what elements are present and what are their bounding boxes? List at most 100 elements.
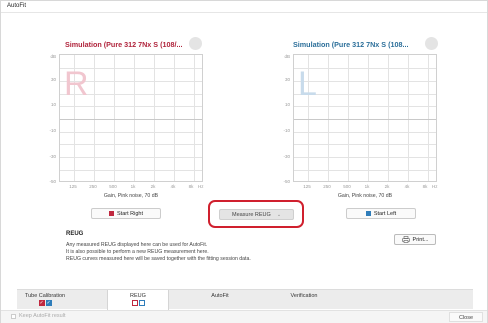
x-tick: 8k	[188, 184, 194, 189]
start-right-button[interactable]: Start Right	[91, 208, 161, 219]
tab-label: Verification	[290, 293, 318, 299]
tab-reug[interactable]: REUG	[107, 290, 169, 310]
right-check-icon: ✓	[38, 300, 45, 306]
left-ear-panel: Simulation (Pure 312 7Nx S (108... L dB …	[267, 31, 438, 211]
grid-line	[154, 55, 155, 181]
grid-line	[348, 55, 349, 181]
grid-line	[428, 55, 429, 181]
grid-line	[134, 55, 135, 181]
right-gain-label: Gain, Pink noise, 70 dB	[103, 193, 159, 199]
y-tick: -30	[49, 154, 56, 159]
left-graph: L	[293, 54, 437, 182]
y-tick: 30	[50, 77, 56, 82]
x-tick: 500	[109, 184, 117, 189]
left-check-icon: ✓	[45, 300, 52, 306]
x-tick: 125	[303, 184, 311, 189]
right-graph: R	[59, 54, 203, 182]
checkbox-icon	[11, 313, 16, 319]
left-panel-menu-icon[interactable]	[425, 37, 438, 50]
workflow-tabs: Tube Calibration ✓ ✓ REUG AutoFit Verifi…	[17, 289, 473, 310]
keep-autofit-label: Keep AutoFit result	[19, 313, 66, 319]
grid-line	[60, 106, 202, 107]
grid-line	[408, 55, 409, 181]
tab-label: REUG	[130, 293, 146, 299]
grid-line	[114, 55, 115, 181]
right-panel-title: Simulation (Pure 312 7Nx S (108/...	[65, 40, 183, 49]
measure-reug-dropdown[interactable]: Measure REUG ⌄	[219, 209, 294, 220]
tab-tube-calibration[interactable]: Tube Calibration ✓ ✓	[17, 290, 73, 310]
y-tick: 30	[284, 77, 290, 82]
y-tick: -10	[283, 128, 290, 133]
x-tick: 2k	[150, 184, 156, 189]
reug-info-line: REUG curves measured here will be saved …	[66, 256, 251, 262]
grid-line	[94, 55, 95, 181]
left-panel-title: Simulation (Pure 312 7Nx S (108...	[293, 40, 409, 49]
grid-line	[174, 55, 175, 181]
grid-line	[294, 144, 436, 145]
y-tick: -30	[283, 154, 290, 159]
print-label: Print...	[412, 236, 429, 243]
x-tick: 2k	[384, 184, 390, 189]
grid-line	[388, 55, 389, 181]
y-tick: -50	[283, 179, 290, 184]
title-bar: AutoFit	[1, 1, 487, 13]
measure-reug-label: Measure REUG	[231, 211, 271, 218]
y-tick: 10	[50, 102, 56, 107]
close-button[interactable]: Close	[449, 312, 483, 322]
zero-line	[294, 119, 436, 120]
right-unchecked-icon	[131, 300, 138, 306]
grid-line	[368, 55, 369, 181]
tab-label: AutoFit	[211, 293, 229, 299]
reug-heading: REUG	[66, 231, 84, 237]
x-tick: 4k	[404, 184, 410, 189]
reug-info-line: It is also possible to perform a new REU…	[66, 249, 209, 255]
grid-line	[294, 157, 436, 158]
grid-line	[60, 170, 202, 171]
y-tick: dB	[284, 54, 290, 59]
measure-highlight: Measure REUG ⌄	[208, 200, 304, 228]
x-tick: 1k	[364, 184, 370, 189]
keep-autofit-checkbox[interactable]: Keep AutoFit result	[11, 313, 65, 319]
grid-line	[60, 132, 202, 133]
reug-status	[108, 300, 168, 306]
grid-line	[194, 55, 195, 181]
y-tick: -10	[49, 128, 56, 133]
start-left-label: Start Left	[373, 210, 397, 217]
x-tick: 250	[89, 184, 97, 189]
start-left-button[interactable]: Start Left	[346, 208, 416, 219]
tab-label: Tube Calibration	[24, 293, 66, 299]
left-unchecked-icon	[138, 300, 145, 306]
left-ear-letter: L	[298, 65, 317, 103]
x-tick: 1k	[130, 184, 136, 189]
autofit-window: AutoFit Simulation (Pure 312 7Nx S (108/…	[0, 0, 488, 323]
right-ear-letter: R	[64, 65, 89, 103]
print-button[interactable]: Print...	[394, 234, 436, 245]
tab-verification[interactable]: Verification	[279, 290, 329, 310]
x-tick: 4k	[170, 184, 176, 189]
y-tick: dB	[50, 54, 56, 59]
printer-icon	[401, 236, 410, 243]
chevron-down-icon: ⌄	[276, 211, 282, 218]
tube-calibration-status: ✓ ✓	[17, 300, 73, 306]
x-tick: 250	[323, 184, 331, 189]
grid-line	[328, 55, 329, 181]
start-right-label: Start Right	[117, 210, 143, 217]
grid-line	[60, 157, 202, 158]
y-tick: -50	[49, 179, 56, 184]
grid-line	[294, 106, 436, 107]
footer-bar	[1, 310, 487, 323]
right-ear-color-icon	[109, 211, 114, 216]
window-title: AutoFit	[7, 3, 27, 9]
x-unit: Hz	[198, 184, 204, 189]
left-gain-label: Gain, Pink noise, 70 dB	[337, 193, 393, 199]
grid-line	[294, 132, 436, 133]
x-unit: Hz	[432, 184, 438, 189]
grid-line	[294, 170, 436, 171]
right-ear-panel: Simulation (Pure 312 7Nx S (108/... R dB…	[39, 31, 204, 211]
zero-line	[60, 119, 202, 120]
x-tick: 8k	[422, 184, 428, 189]
right-panel-menu-icon[interactable]	[189, 37, 202, 50]
tab-autofit[interactable]: AutoFit	[195, 290, 245, 310]
x-tick: 125	[69, 184, 77, 189]
y-tick: 10	[284, 102, 290, 107]
